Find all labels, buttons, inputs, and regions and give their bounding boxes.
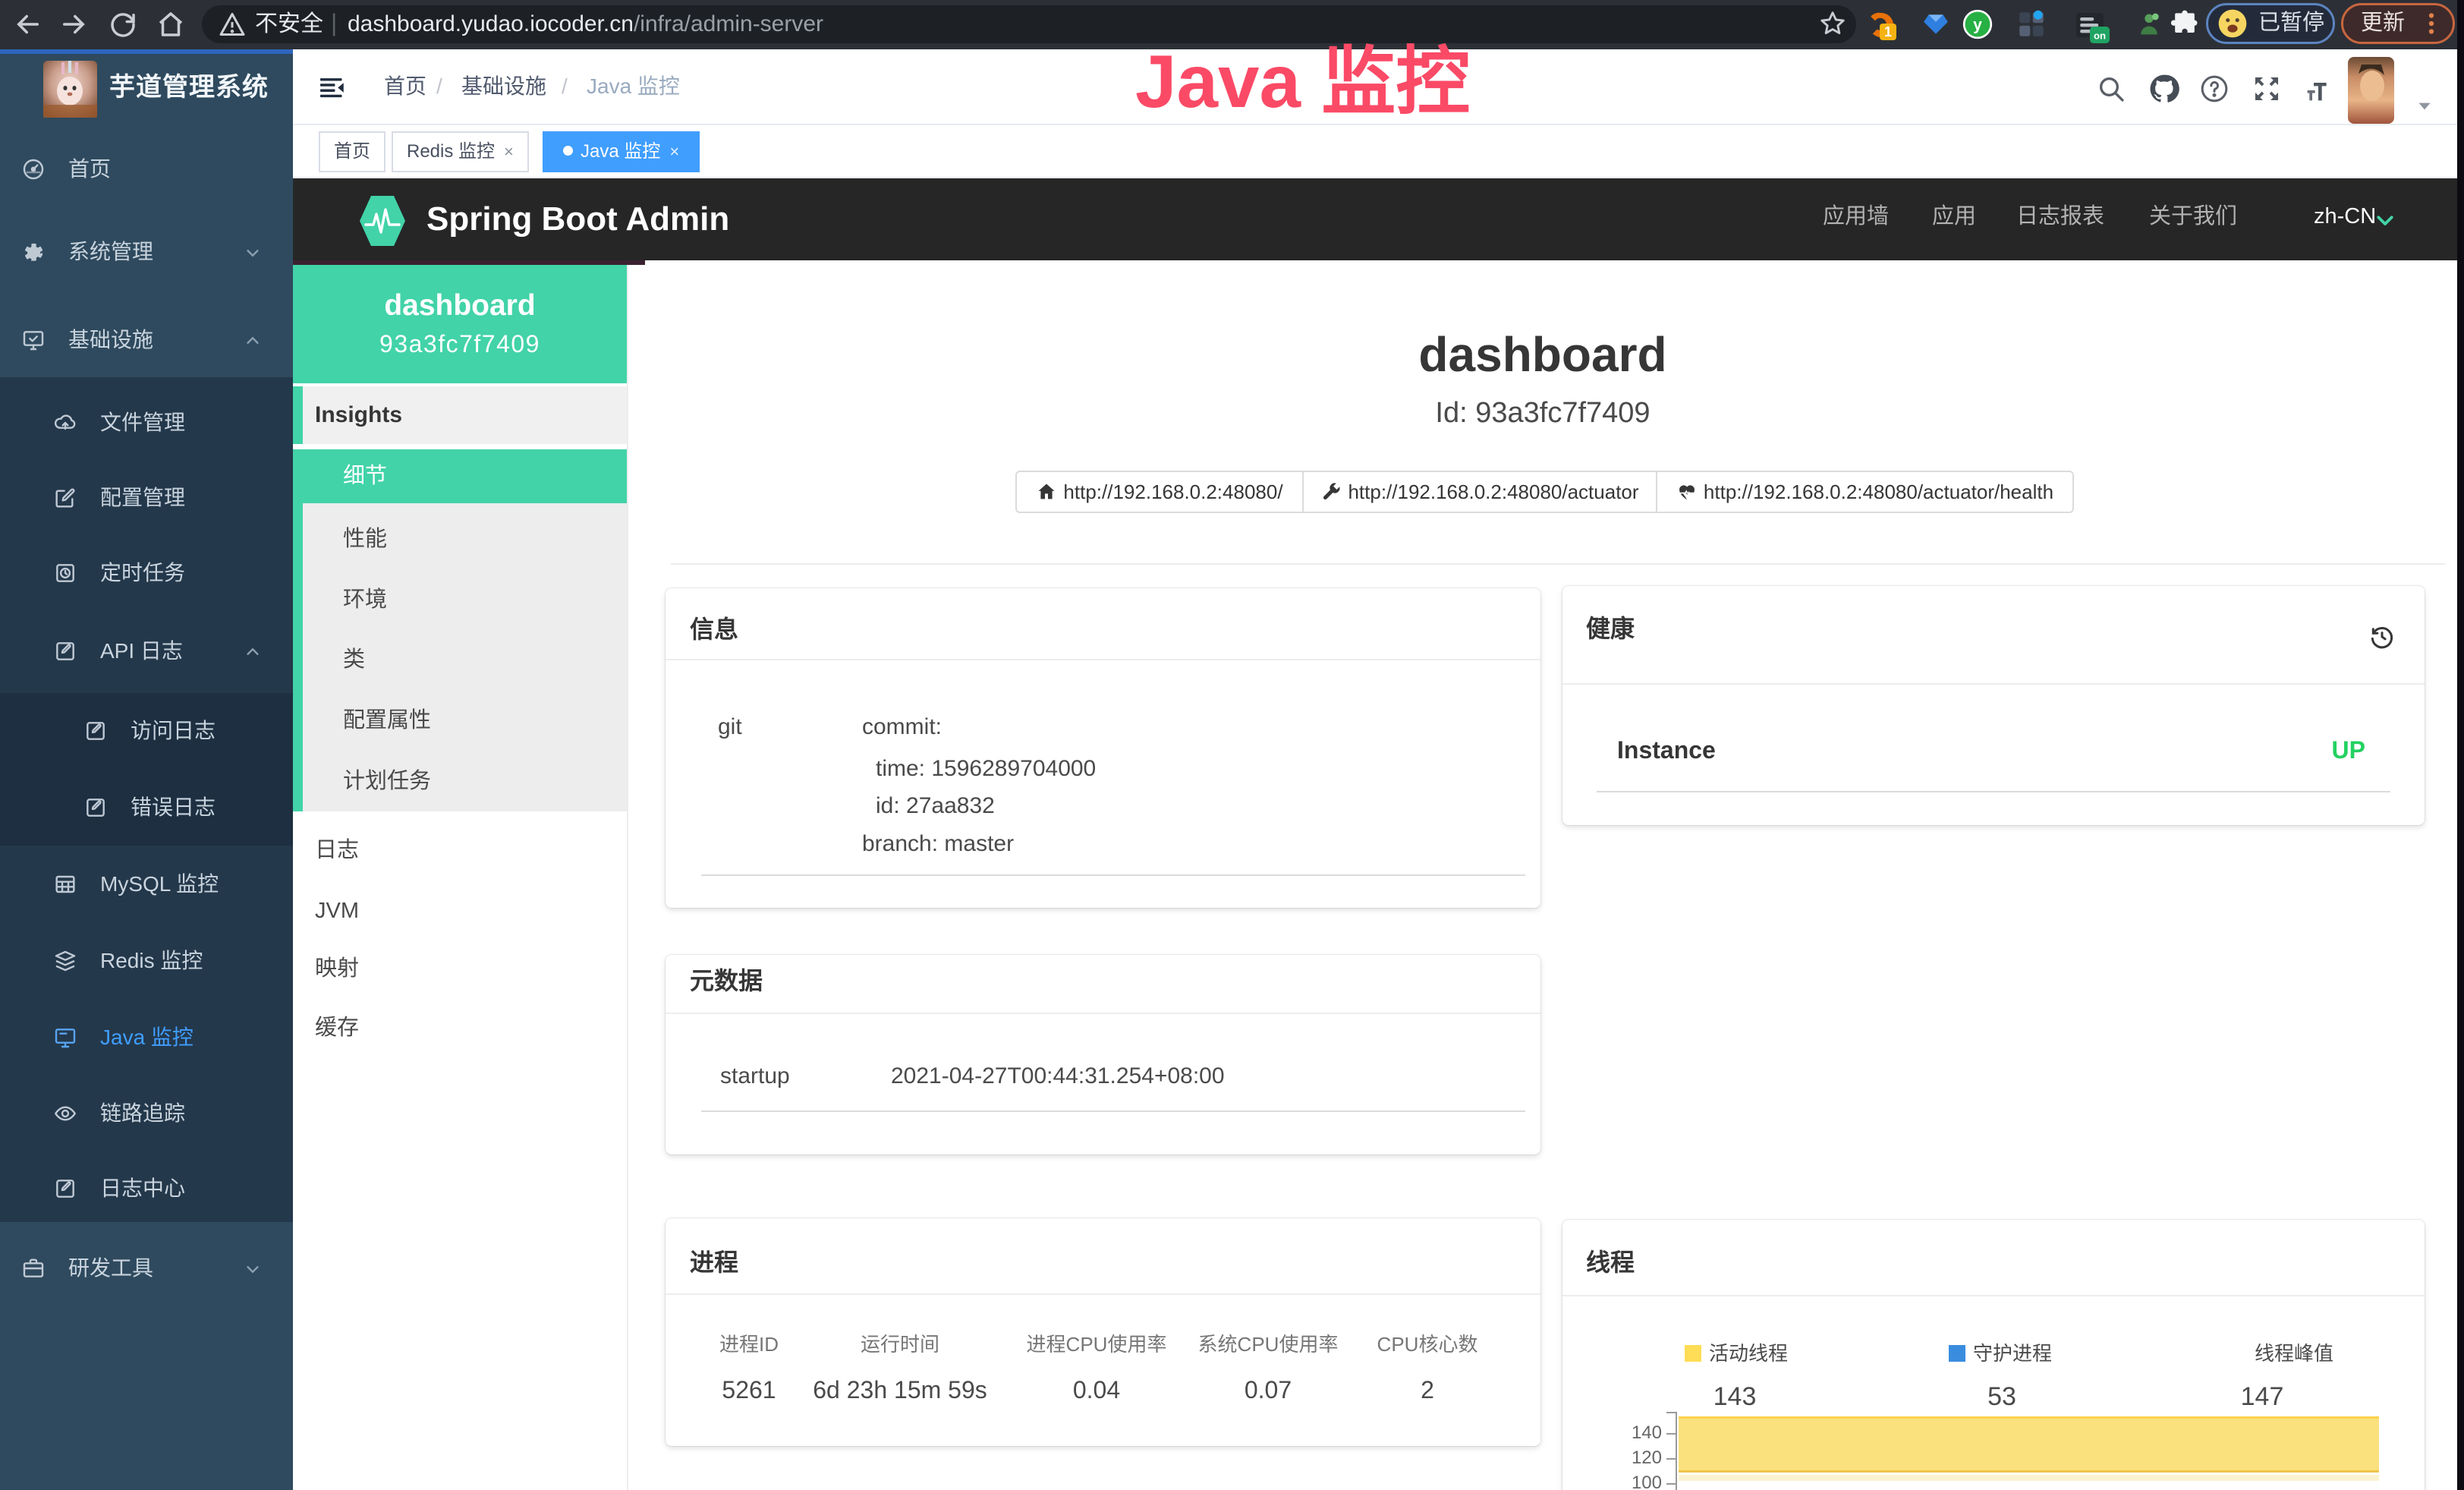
svg-text:on: on	[2094, 30, 2106, 42]
svg-text:1: 1	[1884, 24, 1892, 39]
svg-text:y: y	[1973, 17, 1982, 34]
